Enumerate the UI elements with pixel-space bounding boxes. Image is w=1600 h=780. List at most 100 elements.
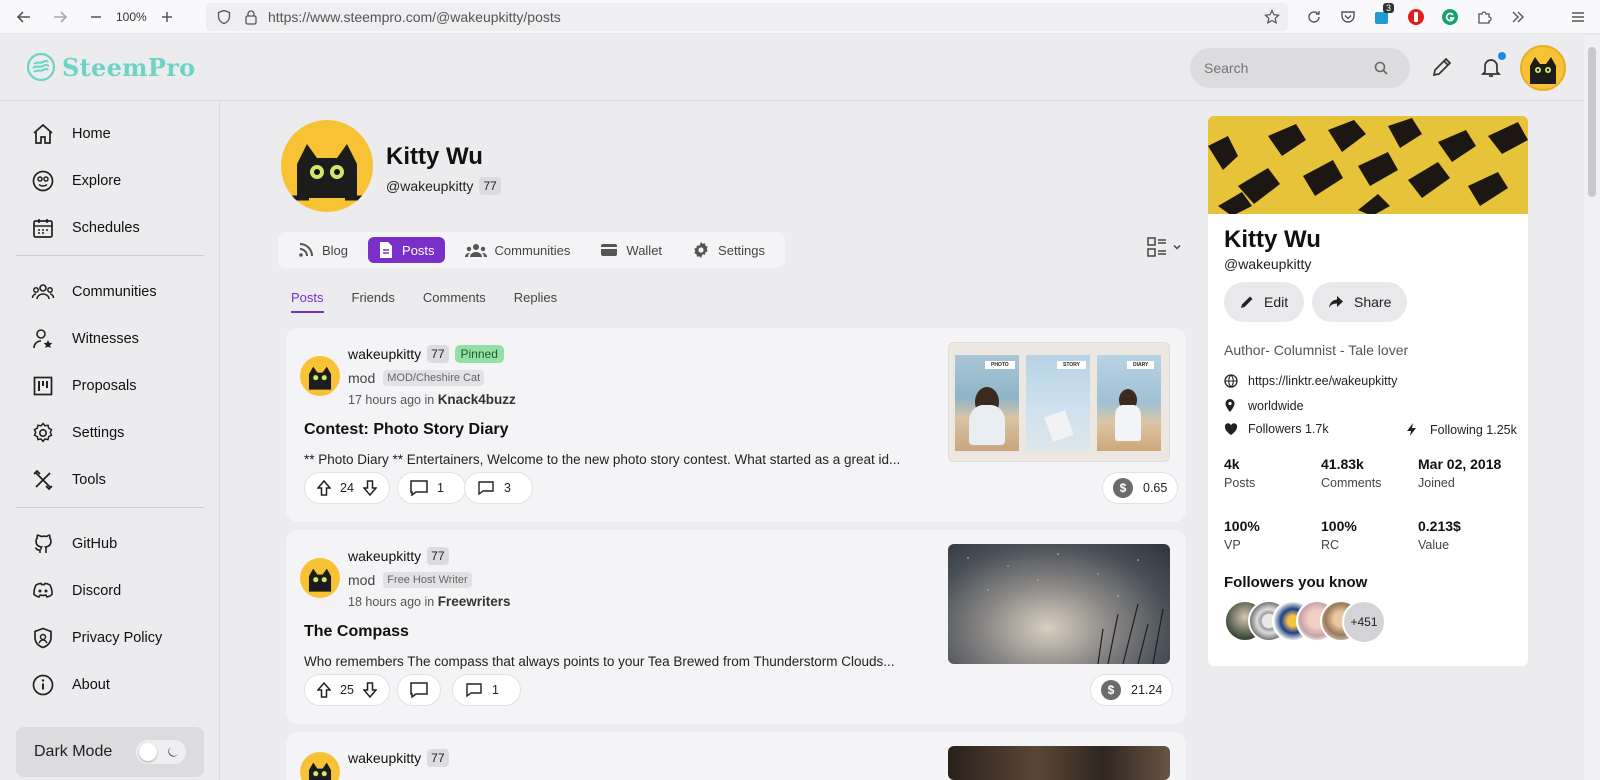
stat-label: RC bbox=[1321, 538, 1340, 552]
zoom-level[interactable]: 100% bbox=[116, 10, 147, 24]
hamburger-menu-icon[interactable] bbox=[1566, 5, 1590, 29]
reblog-button[interactable]: 1 bbox=[452, 674, 521, 706]
post-author-avatar[interactable] bbox=[300, 558, 340, 598]
user-avatar[interactable] bbox=[1520, 45, 1566, 91]
lock-icon[interactable] bbox=[244, 9, 258, 25]
sidebar-item-proposals[interactable]: Proposals bbox=[30, 371, 136, 401]
dark-mode-label: Dark Mode bbox=[34, 743, 113, 760]
adblock-icon[interactable] bbox=[1404, 5, 1428, 29]
zoom-in-icon[interactable] bbox=[153, 3, 181, 31]
reputation-badge: 77 bbox=[427, 547, 449, 565]
dark-mode-toggle[interactable] bbox=[136, 740, 186, 764]
search-input[interactable] bbox=[1204, 60, 1374, 76]
comment-button[interactable]: 1 bbox=[397, 472, 466, 504]
subtab-replies[interactable]: Replies bbox=[514, 290, 557, 313]
tab-settings[interactable]: Settings bbox=[682, 237, 775, 263]
subtab-comments[interactable]: Comments bbox=[423, 290, 486, 313]
share-button[interactable]: Share bbox=[1312, 282, 1408, 322]
scrollbar-thumb[interactable] bbox=[1588, 47, 1596, 197]
sidebar-item-schedules[interactable]: Schedules bbox=[30, 213, 140, 243]
post-card[interactable]: wakeupkitty 77 bbox=[286, 732, 1186, 780]
grammarly-icon[interactable] bbox=[1438, 5, 1462, 29]
post-thumbnail[interactable] bbox=[948, 544, 1170, 664]
sidebar-item-settings[interactable]: Settings bbox=[30, 418, 124, 448]
profile-avatar[interactable] bbox=[281, 120, 373, 212]
tab-communities[interactable]: Communities bbox=[455, 237, 581, 263]
post-title[interactable]: Contest: Photo Story Diary bbox=[304, 421, 508, 439]
tab-posts[interactable]: Posts bbox=[368, 237, 445, 263]
post-community[interactable]: Freewriters bbox=[438, 594, 511, 609]
post-excerpt[interactable]: ** Photo Diary ** Entertainers, Welcome … bbox=[304, 452, 900, 467]
post-time: 17 hours ago bbox=[348, 393, 421, 407]
bookmark-star-icon[interactable] bbox=[1264, 9, 1280, 25]
stat-label: VP bbox=[1224, 538, 1241, 552]
payout-pill[interactable]: $ 21.24 bbox=[1090, 674, 1174, 706]
black-cat-avatar-icon bbox=[1530, 57, 1556, 84]
post-author[interactable]: wakeupkitty bbox=[348, 548, 421, 564]
post-author-avatar[interactable] bbox=[300, 752, 340, 780]
tab-blog[interactable]: Blog bbox=[288, 237, 358, 263]
downvote-arrow-icon[interactable] bbox=[362, 682, 377, 698]
overflow-chevrons-icon[interactable] bbox=[1506, 5, 1530, 29]
payout-pill[interactable]: $ 0.65 bbox=[1102, 472, 1179, 504]
sidebar-item-home[interactable]: Home bbox=[30, 119, 111, 149]
post-author-avatar[interactable] bbox=[300, 356, 340, 396]
sidebar-item-about[interactable]: About bbox=[30, 670, 110, 700]
extensions-puzzle-icon[interactable] bbox=[1472, 5, 1496, 29]
post-card[interactable]: wakeupkitty 77 Pinned mod MOD/Cheshire C… bbox=[286, 328, 1186, 522]
write-pencil-icon[interactable] bbox=[1430, 55, 1454, 79]
payout-value: 0.65 bbox=[1143, 481, 1168, 495]
info-icon bbox=[30, 672, 56, 698]
vote-count: 25 bbox=[340, 683, 354, 697]
post-title[interactable]: The Compass bbox=[304, 623, 409, 641]
sidebar-item-github[interactable]: GitHub bbox=[30, 529, 117, 559]
post-author[interactable]: wakeupkitty bbox=[348, 750, 421, 766]
zoom-out-icon[interactable] bbox=[82, 3, 110, 31]
sidebar-item-witnesses[interactable]: Witnesses bbox=[30, 324, 139, 354]
sidebar-item-communities[interactable]: Communities bbox=[30, 277, 157, 307]
post-card[interactable]: wakeupkitty 77 mod Free Host Writer 18 h… bbox=[286, 530, 1186, 724]
sidebar-item-discord[interactable]: Discord bbox=[30, 576, 121, 606]
edit-button[interactable]: Edit bbox=[1224, 282, 1305, 322]
post-in-word: in bbox=[424, 393, 435, 407]
website-link[interactable]: https://linktr.ee/wakeupkitty bbox=[1248, 374, 1397, 388]
tab-wallet[interactable]: Wallet bbox=[590, 237, 672, 263]
url-bar[interactable]: https://www.steempro.com/@wakeupkitty/po… bbox=[206, 3, 1288, 31]
thumb-label-story: STORY bbox=[1057, 361, 1086, 369]
upvote-arrow-icon[interactable] bbox=[317, 682, 331, 698]
forward-arrow-icon[interactable] bbox=[46, 3, 74, 31]
followers-row[interactable]: Followers 1.7k bbox=[1224, 422, 1329, 436]
back-arrow-icon[interactable] bbox=[10, 3, 38, 31]
sidebar-item-tools[interactable]: Tools bbox=[30, 465, 106, 495]
post-thumbnail[interactable]: PHOTO STORY DIARY bbox=[948, 342, 1170, 462]
pocket-icon[interactable] bbox=[1336, 5, 1360, 29]
sidebar-item-privacy-policy[interactable]: Privacy Policy bbox=[30, 623, 162, 653]
downvote-arrow-icon[interactable] bbox=[362, 480, 377, 496]
sidebar-item-explore[interactable]: Explore bbox=[30, 166, 121, 196]
reblog-button[interactable]: 3 bbox=[464, 472, 533, 504]
thumb-diary-panel bbox=[1097, 355, 1161, 451]
thumb-story-panel bbox=[1026, 355, 1090, 451]
steempro-logo[interactable]: SteemPro bbox=[26, 52, 195, 82]
page-scrollbar[interactable] bbox=[1584, 35, 1600, 780]
post-thumbnail[interactable] bbox=[948, 746, 1170, 780]
extension-badge-icon[interactable]: 3 bbox=[1370, 3, 1394, 29]
proposals-board-icon bbox=[30, 373, 56, 399]
search-icon[interactable] bbox=[1374, 61, 1388, 75]
post-excerpt[interactable]: Who remembers The compass that always po… bbox=[304, 654, 895, 669]
following-row[interactable]: Following 1.25k bbox=[1406, 422, 1517, 437]
sidebar-item-label: Witnesses bbox=[72, 331, 139, 347]
comment-button[interactable] bbox=[397, 674, 441, 706]
subtab-friends[interactable]: Friends bbox=[352, 290, 395, 313]
upvote-arrow-icon[interactable] bbox=[317, 480, 331, 496]
search-box[interactable] bbox=[1190, 48, 1410, 88]
subtab-posts[interactable]: Posts bbox=[291, 290, 324, 313]
share-label: Share bbox=[1354, 294, 1392, 310]
more-followers-badge[interactable]: +451 bbox=[1342, 600, 1386, 644]
post-author[interactable]: wakeupkitty bbox=[348, 346, 421, 362]
reload-icon[interactable] bbox=[1302, 5, 1326, 29]
post-community[interactable]: Knack4buzz bbox=[438, 392, 516, 407]
shield-icon[interactable] bbox=[216, 9, 232, 25]
notification-bell-icon[interactable] bbox=[1479, 52, 1506, 79]
layout-switch[interactable] bbox=[1146, 236, 1182, 258]
